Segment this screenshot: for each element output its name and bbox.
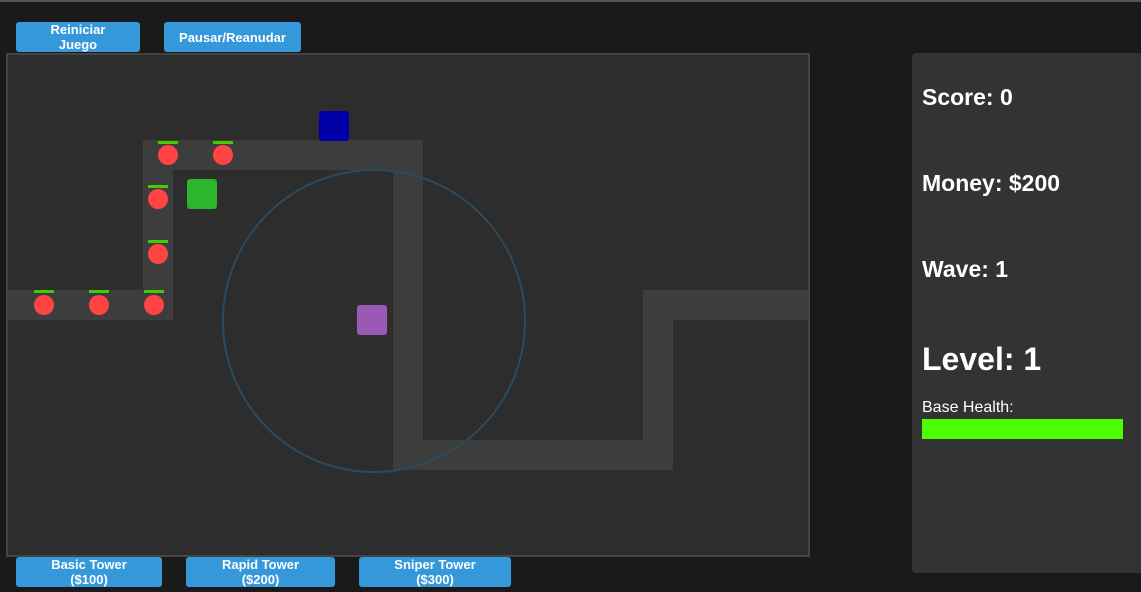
enemy-health-bar [213, 141, 233, 144]
base-health-label: Base Health: [922, 399, 1014, 416]
base-health-bar [922, 419, 1123, 439]
enemy-health-bar [89, 290, 109, 293]
path-segment [643, 290, 808, 320]
basic-tower-icon[interactable] [187, 179, 217, 209]
enemy-icon [213, 145, 233, 165]
enemy-path [8, 140, 808, 470]
sniper-tower-icon[interactable] [357, 305, 387, 335]
path-segment [393, 440, 673, 470]
enemy-icon [89, 295, 109, 315]
enemy-health-bar [34, 290, 54, 293]
enemy-icon [148, 189, 168, 209]
path-segment [393, 140, 423, 470]
stats-panel: Score: 0 Money: $200 Wave: 1 Level: 1 Ba… [912, 53, 1141, 573]
pause-resume-button[interactable]: Pausar/Reanudar [164, 22, 301, 52]
game-board[interactable] [6, 53, 810, 557]
level-display: Level: 1 [922, 341, 1042, 377]
enemy-health-bar [158, 141, 178, 144]
rapid-tower-icon[interactable] [319, 111, 349, 141]
enemy-icon [158, 145, 178, 165]
enemy-health-bar [148, 240, 168, 243]
enemy-icon [144, 295, 164, 315]
game-canvas[interactable] [8, 55, 808, 555]
enemy-health-bar [148, 185, 168, 188]
top-border [0, 0, 1141, 2]
basic-tower-button[interactable]: Basic Tower ($100) [16, 557, 162, 587]
score-display: Score: 0 [922, 84, 1013, 110]
restart-game-button[interactable]: Reiniciar Juego [16, 22, 140, 52]
money-display: Money: $200 [922, 170, 1061, 196]
path-segment [143, 140, 423, 170]
enemy-health-bar [144, 290, 164, 293]
sniper-tower-button[interactable]: Sniper Tower ($300) [359, 557, 511, 587]
base-health-fill [922, 419, 1123, 439]
wave-display: Wave: 1 [922, 256, 1009, 282]
enemy-icon [148, 244, 168, 264]
enemy-icon [34, 295, 54, 315]
rapid-tower-button[interactable]: Rapid Tower ($200) [186, 557, 335, 587]
